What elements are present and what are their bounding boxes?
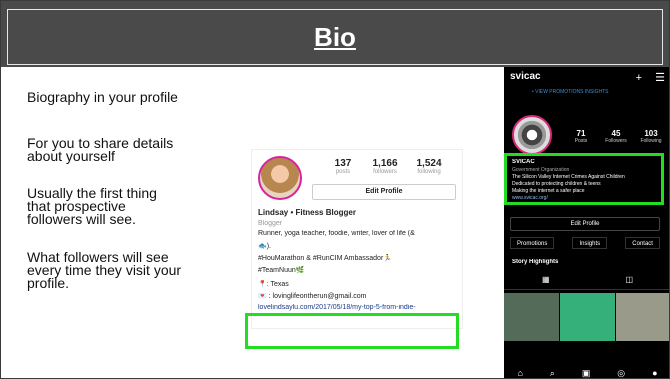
promotions-button[interactable]: Promotions [510, 237, 555, 249]
profile-category: Blogger [258, 220, 283, 227]
bio-link[interactable]: lovelindsaylu.com/2017/05/18/my-top-5-fr… [258, 304, 458, 311]
post-grid [504, 293, 669, 341]
edit-profile-button[interactable]: Edit Profile [312, 184, 456, 200]
phone-bottom-nav: ⌂ ⌕ ▣ ◎ ● [504, 366, 669, 379]
profile-avatar [258, 156, 302, 200]
bullet-2: For you to share details about yourself [27, 135, 174, 164]
post-tile[interactable] [504, 293, 559, 341]
bullet-3: Usually the first thing that prospective… [27, 185, 157, 227]
header-bar: Bio [1, 1, 669, 67]
tagged-icon[interactable]: ◫ [625, 275, 633, 289]
bio-location: 📍: Texas [258, 281, 289, 288]
title-box: Bio [7, 9, 663, 65]
phone-avatar [512, 115, 552, 155]
phone-username: svicac [510, 71, 541, 82]
slide-title: Bio [314, 21, 356, 52]
shop-icon[interactable]: ◎ [617, 368, 625, 379]
menu-icon[interactable]: ☰ [655, 72, 665, 84]
bio-line: Runner, yoga teacher, foodie, writer, lo… [258, 230, 415, 237]
story-highlights: Story Highlights [512, 259, 559, 265]
bullet-4: What followers will see every time they … [27, 249, 182, 291]
phone-followers-stat: 45 Followers [605, 129, 627, 144]
insights-button[interactable]: Insights [572, 237, 608, 249]
posts-stat: 137 posts [334, 158, 352, 175]
phone-posts-stat: 71 Posts [574, 129, 588, 144]
search-icon[interactable]: ⌕ [550, 368, 555, 379]
grid-icon[interactable]: ▦ [542, 275, 550, 289]
highlight-box-bio [245, 313, 459, 349]
phone-action-row: Promotions Insights Contact [510, 237, 660, 249]
highlight-box-phone-bio [504, 153, 664, 205]
following-stat: 1,524 following [416, 158, 442, 175]
slide: Bio Biography in your profile For you to… [0, 0, 670, 379]
profile-screenshot: 137 posts 1,166 followers 1,524 followin… [251, 149, 463, 329]
bio-line: #HouMarathon & #RunCIM Ambassador🏃 [258, 255, 393, 262]
phone-following-stat: 103 Following [640, 129, 662, 144]
post-tile[interactable] [560, 293, 615, 341]
home-icon[interactable]: ⌂ [517, 368, 522, 378]
followers-stat: 1,166 followers [372, 158, 398, 175]
bio-line: 🐟). [258, 243, 271, 250]
profile-name: Lindsay • Fitness Blogger [258, 208, 356, 217]
grid-tabs: ▦ ◫ [504, 275, 669, 290]
plus-icon[interactable]: + [636, 72, 642, 84]
phone-top-icons: + ☰ [636, 71, 665, 84]
post-tile[interactable] [616, 293, 669, 341]
promotions-link[interactable]: • VIEW PROMOTIONS INSIGHTS [532, 89, 608, 95]
profile-icon[interactable]: ● [652, 368, 657, 378]
bio-email: 💌 : lovinglifeontherun@gmail.com [258, 293, 367, 300]
bullet-1: Biography in your profile [27, 89, 178, 105]
phone-screenshot: svicac + ☰ • VIEW PROMOTIONS INSIGHTS 71… [504, 67, 669, 379]
reels-icon[interactable]: ▣ [582, 368, 591, 379]
phone-edit-profile-button[interactable]: Edit Profile [510, 217, 660, 231]
contact-button[interactable]: Contact [625, 237, 660, 249]
bio-line: #TeamNuun🌿 [258, 267, 305, 274]
